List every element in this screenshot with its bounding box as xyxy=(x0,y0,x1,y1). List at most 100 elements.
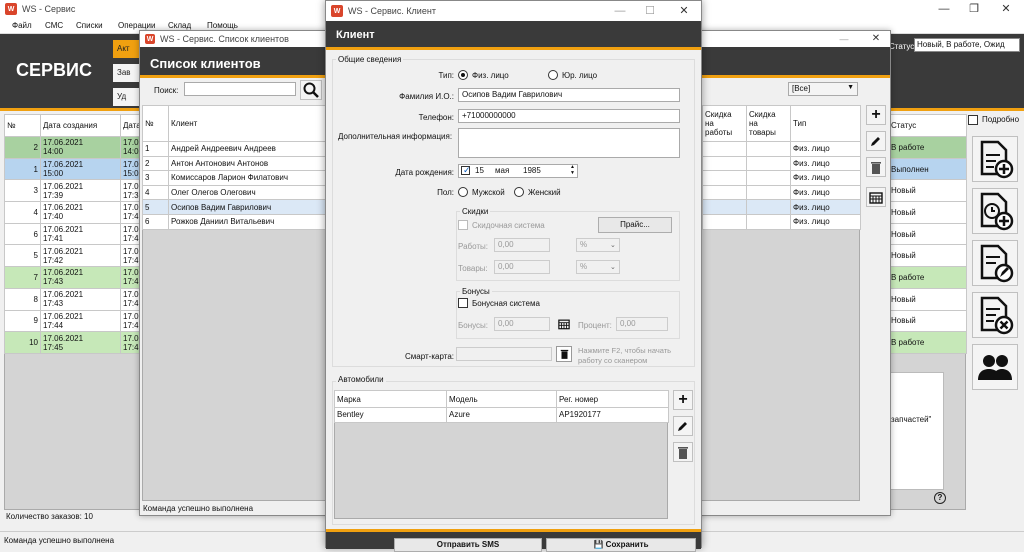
list-item[interactable]: Физ. лицо xyxy=(702,213,861,230)
table-row[interactable]: 3 17.06.2021 17:39 17.0 17:3 xyxy=(4,179,143,203)
status-filter-select[interactable]: Новый, В работе, Ожид xyxy=(914,38,1020,52)
table-row[interactable]: Новый xyxy=(888,222,967,246)
calendar-button[interactable] xyxy=(866,187,886,207)
gender-female-radio[interactable] xyxy=(514,187,524,197)
table-row[interactable]: 1 17.06.2021 15:00 17.0 15:0 xyxy=(4,157,143,181)
menu-warehouse[interactable]: Склад xyxy=(168,21,191,30)
name-input[interactable]: Осипов Вадим Гаврилович xyxy=(458,88,680,102)
restore-icon[interactable]: ❐ xyxy=(960,0,988,18)
bonus-system-checkbox[interactable] xyxy=(458,298,468,308)
table-row[interactable]: 5 17.06.2021 17:42 17.0 17:4 xyxy=(4,244,143,268)
bonuses-input[interactable]: 0,00 xyxy=(494,317,550,331)
close-icon[interactable]: ✕ xyxy=(670,1,698,21)
type-legal-radio[interactable] xyxy=(548,70,558,80)
col-header-reg[interactable]: Рег. номер xyxy=(556,390,669,408)
edit-order-button[interactable] xyxy=(972,240,1018,286)
send-sms-button[interactable]: Отправить SMS xyxy=(394,538,542,552)
list-item[interactable]: 6 Рожков Даниил Витальевич xyxy=(142,213,329,230)
maximize-icon[interactable]: ☐ xyxy=(636,1,664,21)
clients-button[interactable] xyxy=(972,344,1018,390)
table-row[interactable]: 10 17.06.2021 17:45 17.0 17:4 xyxy=(4,331,143,354)
edit-client-button[interactable] xyxy=(866,131,886,151)
goods-discount-input[interactable]: 0,00 xyxy=(494,260,550,274)
table-row[interactable]: В работе xyxy=(888,266,967,289)
table-row[interactable]: Новый xyxy=(888,287,967,311)
menu-sms[interactable]: СМС xyxy=(45,21,63,30)
new-order-button[interactable] xyxy=(972,136,1018,182)
minimize-icon[interactable]: — xyxy=(606,1,634,21)
scheduled-order-button[interactable] xyxy=(972,188,1018,234)
spinner-icon[interactable]: ▲ ▼ xyxy=(570,165,575,176)
birth-date-checkbox[interactable] xyxy=(461,165,471,176)
col-header-discount-goods[interactable]: Скидка на товары xyxy=(746,105,791,142)
table-row[interactable]: 8 17.06.2021 17:43 17.0 17:4 xyxy=(4,287,143,311)
delete-car-button[interactable] xyxy=(673,442,693,462)
menu-help[interactable]: Помощь xyxy=(207,21,238,30)
price-button[interactable]: Прайс... xyxy=(598,217,672,233)
list-item[interactable]: Физ. лицо xyxy=(702,184,861,201)
list-item[interactable]: 3 Комиссаров Ларион Филатович xyxy=(142,170,329,186)
col-header-status[interactable]: Статус xyxy=(888,114,967,137)
table-row[interactable]: 9 17.06.2021 17:44 17.0 17:4 xyxy=(4,309,143,333)
help-icon[interactable]: ? xyxy=(934,492,946,504)
table-row[interactable]: Новый xyxy=(888,309,967,333)
list-item[interactable]: Физ. лицо xyxy=(702,199,861,215)
list-item[interactable]: 2 Антон Антонович Антонов xyxy=(142,155,329,172)
table-row[interactable]: Новый xyxy=(888,201,967,224)
table-row[interactable]: В работе xyxy=(888,136,967,159)
col-header-date[interactable]: Дата создания xyxy=(40,114,121,137)
percent-input[interactable]: 0,00 xyxy=(616,317,668,331)
list-item[interactable]: 4 Олег Олегов Олегович xyxy=(142,184,329,201)
col-header-type[interactable]: Тип xyxy=(790,105,861,142)
client-dialog: W WS - Сервис. Клиент — ☐ ✕ Клиент Общие… xyxy=(325,0,702,552)
extra-info-input[interactable] xyxy=(458,128,680,158)
col-header-model[interactable]: Модель xyxy=(446,390,557,408)
add-car-button[interactable]: + xyxy=(673,390,693,410)
smartcard-input[interactable] xyxy=(456,347,552,361)
menu-file[interactable]: Файл xyxy=(12,21,32,30)
table-row[interactable]: Новый xyxy=(888,179,967,203)
minimize-icon[interactable]: — xyxy=(930,0,958,18)
col-header-num[interactable]: № xyxy=(4,114,41,137)
type-individual-radio[interactable] xyxy=(458,70,468,80)
table-row[interactable]: В работе xyxy=(888,331,967,354)
col-header-client[interactable]: Клиент xyxy=(168,105,329,142)
save-button[interactable]: 💾 Сохранить xyxy=(546,538,696,552)
list-item[interactable]: 5 Осипов Вадим Гаврилович xyxy=(142,199,329,215)
list-item[interactable]: Физ. лицо xyxy=(702,170,861,186)
table-row[interactable]: Bentley Azure AP1920177 xyxy=(334,407,669,423)
search-input[interactable] xyxy=(184,82,296,96)
table-row[interactable]: 4 17.06.2021 17:40 17.0 17:4 xyxy=(4,201,143,224)
minimize-icon[interactable]: — xyxy=(830,31,858,47)
client-type-filter[interactable]: [Все] ▼ xyxy=(788,82,858,96)
menu-lists[interactable]: Списки xyxy=(76,21,103,30)
col-header-num[interactable]: № xyxy=(142,105,169,142)
smartcard-clear-button[interactable] xyxy=(556,346,572,362)
bonus-calendar-button[interactable] xyxy=(556,316,572,332)
phone-input[interactable]: +71000000000 xyxy=(458,109,680,123)
edit-car-button[interactable] xyxy=(673,416,693,436)
delete-order-button[interactable] xyxy=(972,292,1018,338)
close-icon[interactable]: ✕ xyxy=(862,31,890,47)
table-row[interactable]: 7 17.06.2021 17:43 17.0 17:4 xyxy=(4,266,143,289)
client-discount-works xyxy=(702,155,747,172)
table-row[interactable]: 2 17.06.2021 14:00 17.0 14:0 xyxy=(4,136,143,159)
discount-system-checkbox[interactable] xyxy=(458,220,468,230)
add-client-button[interactable]: + xyxy=(866,105,886,125)
list-item[interactable]: Физ. лицо xyxy=(702,141,861,157)
detailed-checkbox[interactable] xyxy=(968,115,978,125)
col-header-discount-works[interactable]: Скидка на работы xyxy=(702,105,747,142)
works-discount-input[interactable]: 0,00 xyxy=(494,238,550,252)
birth-date-picker[interactable]: 15 мая 1985 ▲▼ xyxy=(458,164,578,178)
col-header-brand[interactable]: Марка xyxy=(334,390,447,408)
search-button[interactable] xyxy=(300,80,322,100)
list-item[interactable]: 1 Андрей Андреевич Андреев xyxy=(142,141,329,157)
gender-male-radio[interactable] xyxy=(458,187,468,197)
table-row[interactable]: Новый xyxy=(888,244,967,268)
menu-operations[interactable]: Операции xyxy=(118,21,155,30)
table-row[interactable]: 6 17.06.2021 17:41 17.0 17:4 xyxy=(4,222,143,246)
table-row[interactable]: Выполнен xyxy=(888,157,967,181)
list-item[interactable]: Физ. лицо xyxy=(702,155,861,172)
delete-client-button[interactable] xyxy=(866,157,886,177)
close-icon[interactable]: ✕ xyxy=(992,0,1020,18)
